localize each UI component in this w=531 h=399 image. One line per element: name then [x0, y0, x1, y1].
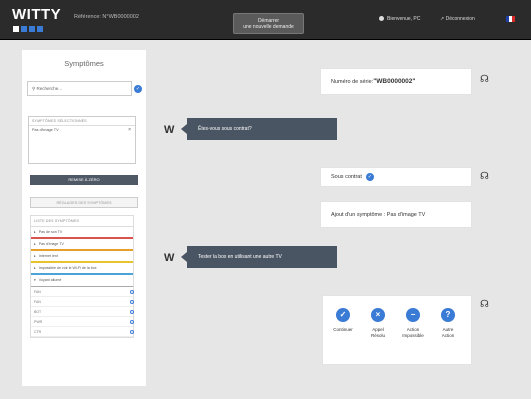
serial-number-message: Numéro de série: "WB0000002": [320, 68, 472, 95]
list-item[interactable]: CTR: [31, 327, 134, 337]
symptom-list-header: LISTE DES SYMPTÔMES: [31, 216, 133, 227]
action-label: Continuer: [333, 327, 353, 332]
logout-link[interactable]: ↗ Déconnexion: [440, 16, 475, 22]
headset-icon: ☊: [480, 74, 489, 85]
contract-answer: Sous contrat: [331, 174, 362, 180]
action-impossible-button[interactable]: − Action Impossible: [401, 308, 425, 338]
symptom-settings-button[interactable]: RÉGLAGES DES SYMPTÔMES: [30, 197, 138, 208]
close-icon: ×: [371, 308, 385, 322]
app-logo: WITTY: [12, 6, 62, 23]
call-resolved-button[interactable]: × Appel Résolu: [366, 308, 390, 338]
search-input[interactable]: ⚲ Recherche...: [27, 81, 132, 96]
action-label: Impossible: [402, 332, 424, 338]
selected-symptom-label: Pas d'image TV: [32, 128, 59, 132]
list-item[interactable]: ▸ Impossible de voir le Wi-Fi de la box: [31, 263, 133, 275]
action-label: Autre: [442, 327, 454, 332]
logout-label: Déconnexion: [445, 16, 475, 22]
list-item[interactable]: PWR: [31, 317, 134, 327]
user-icon: [379, 16, 384, 22]
bot-message-contract: Êtes-vous sous contrat?: [181, 118, 337, 140]
reset-button[interactable]: REMISE À ZÉRO: [30, 175, 138, 185]
list-item[interactable]: BOT: [31, 307, 134, 317]
status-dot-icon: [130, 290, 134, 294]
selected-symptoms-header: SYMPTÔMES SÉLECTIONNÉS: [29, 117, 135, 126]
selected-symptoms-box: SYMPTÔMES SÉLECTIONNÉS Pas d'image TV ×: [28, 116, 136, 164]
selected-symptom-item: Pas d'image TV ×: [29, 126, 135, 134]
remove-symptom-icon[interactable]: ×: [128, 127, 131, 133]
serial-label: Numéro de série:: [331, 78, 374, 85]
status-dot-icon: [130, 310, 134, 314]
search-check-icon[interactable]: ✓: [134, 85, 142, 93]
list-item[interactable]: FAN: [31, 297, 134, 307]
user-name: Bienvenue, PC: [387, 16, 421, 22]
action-card: ✓ Continuer × Appel Résolu − Action Imposs…: [322, 295, 472, 365]
status-dot-icon: [130, 300, 134, 304]
check-icon: ✓: [365, 173, 374, 181]
question-icon: ?: [441, 308, 455, 322]
action-label: Action: [441, 332, 455, 338]
action-label: Appel: [372, 327, 384, 332]
reference-number: Référence: N°WB0000002: [74, 14, 139, 20]
logo-dots: [13, 26, 43, 32]
user-message-contract: Sous contrat ✓: [320, 167, 472, 187]
action-label: Action: [406, 327, 420, 332]
list-item[interactable]: ▸ Pas de son TV: [31, 227, 133, 239]
user-welcome[interactable]: Bienvenue, PC: [379, 16, 420, 22]
symptom-list: LISTE DES SYMPTÔMES ▸ Pas de son TV ▸ Pas …: [30, 215, 134, 338]
bot-avatar: W: [164, 252, 175, 264]
search-placeholder: Recherche...: [36, 86, 63, 91]
minus-icon: −: [406, 308, 420, 322]
bot-avatar: W: [164, 124, 175, 136]
new-request-button[interactable]: Démarrer une nouvelle demande: [233, 13, 304, 34]
top-bar: WITTY Référence: N°WB0000002 Démarrer un…: [0, 0, 531, 40]
status-dot-icon: [130, 330, 134, 334]
headset-icon: ☊: [480, 171, 489, 182]
bot-message-test: Tester la box en utilisant une autre TV: [181, 246, 337, 268]
sidebar-title: Symptômes: [64, 59, 104, 68]
new-request-label-2: une nouvelle demande: [243, 24, 294, 30]
symptom-added-message: Ajout d'un symptôme : Pas d'image TV: [320, 201, 472, 228]
action-label: Résolu: [370, 332, 385, 338]
continue-button[interactable]: ✓ Continuer: [331, 308, 355, 333]
list-item[interactable]: ▸ Internet lent: [31, 251, 133, 263]
list-item[interactable]: ▾ Voyant allumé: [31, 275, 133, 287]
other-action-button[interactable]: ? Autre Action: [436, 308, 460, 338]
list-item[interactable]: ▸ Pas d'image TV: [31, 239, 133, 251]
check-icon: ✓: [336, 308, 350, 322]
status-dot-icon: [130, 320, 134, 324]
list-item[interactable]: FAN: [31, 287, 134, 297]
serial-value: "WB0000002": [373, 78, 416, 85]
language-flag-icon[interactable]: [506, 16, 515, 22]
headset-icon: ☊: [480, 299, 489, 310]
